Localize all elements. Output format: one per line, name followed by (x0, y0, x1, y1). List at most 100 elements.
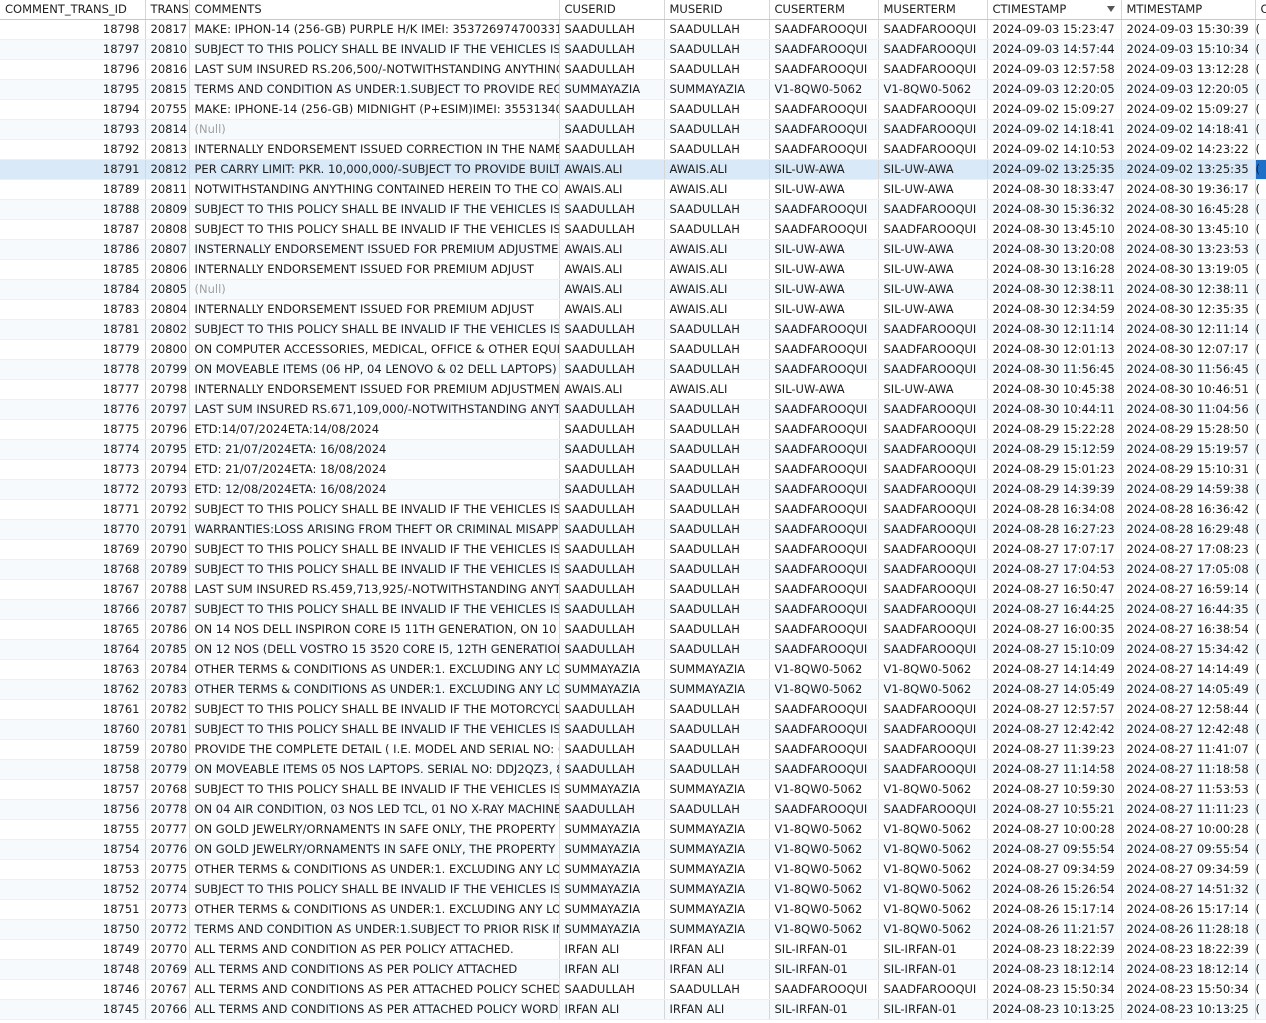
column-header-ctimestamp[interactable]: CTIMESTAMP (987, 0, 1122, 20)
cell-muserterm[interactable]: SAADFAROOQUI (878, 19, 988, 40)
cell-c[interactable]: ( (1255, 439, 1266, 460)
table-row[interactable]: 18784 20805 (Null) AWAIS.ALI AWAIS.ALI SIL-UW… (0, 279, 1266, 300)
cell-cuserid[interactable]: SAADULLAH (559, 19, 665, 40)
cell-c[interactable]: ( (1255, 19, 1266, 40)
cell-muserid[interactable]: SAADULLAH (664, 519, 770, 540)
cell-c[interactable]: ( (1255, 539, 1266, 560)
cell-muserid[interactable]: SAADULLAH (664, 359, 770, 380)
table-row[interactable]: 18753 20775 OTHER TERMS & CONDITIONS AS UN… (0, 859, 1266, 880)
cell-cuserterm[interactable]: SAADFAROOQUI (769, 479, 879, 500)
table-row[interactable]: 18774 20795 ETD: 21/07/2024ETA: 16/08/2024… (0, 439, 1266, 460)
cell-muserid[interactable]: SUMMAYAZIA (664, 819, 770, 840)
cell-comment-trans-id[interactable]: 18756 (0, 799, 146, 820)
cell-mtimestamp[interactable]: 2024-08-26 11:28:18 (1121, 919, 1256, 940)
cell-mtimestamp[interactable]: 2024-09-03 12:20:05 (1121, 79, 1256, 100)
cell-comment-trans-id[interactable]: 18753 (0, 859, 146, 880)
cell-comment-trans-id[interactable]: 18783 (0, 299, 146, 320)
cell-trans[interactable]: 20791 (145, 519, 190, 540)
cell-cuserid[interactable]: SAADULLAH (559, 479, 665, 500)
cell-ctimestamp[interactable]: 2024-08-27 12:57:57 (987, 699, 1122, 720)
cell-ctimestamp[interactable]: 2024-08-30 12:34:59 (987, 299, 1122, 320)
cell-comment-trans-id[interactable]: 18761 (0, 699, 146, 720)
cell-cuserterm[interactable]: SIL-UW-AWA (769, 239, 879, 260)
cell-comments[interactable]: PER CARRY LIMIT: PKR. 10,000,000/-SUBJEC… (189, 159, 560, 180)
cell-cuserterm[interactable]: SAADFAROOQUI (769, 699, 879, 720)
cell-mtimestamp[interactable]: 2024-08-27 12:58:44 (1121, 699, 1256, 720)
cell-comment-trans-id[interactable]: 18755 (0, 819, 146, 840)
cell-mtimestamp[interactable]: 2024-08-27 09:55:54 (1121, 839, 1256, 860)
cell-comments[interactable]: SUBJECT TO THIS POLICY SHALL BE INVALID … (189, 559, 560, 580)
cell-muserterm[interactable]: SAADFAROOQUI (878, 719, 988, 740)
cell-comments[interactable]: (Null) (189, 119, 560, 140)
cell-cuserid[interactable]: SAADULLAH (559, 39, 665, 60)
cell-ctimestamp[interactable]: 2024-08-30 18:33:47 (987, 179, 1122, 200)
cell-trans[interactable]: 20800 (145, 339, 190, 360)
cell-muserid[interactable]: SAADULLAH (664, 459, 770, 480)
cell-comment-trans-id[interactable]: 18797 (0, 39, 146, 60)
cell-trans[interactable]: 20785 (145, 639, 190, 660)
cell-muserid[interactable]: SAADULLAH (664, 699, 770, 720)
cell-muserterm[interactable]: SIL-UW-AWA (878, 239, 988, 260)
cell-comment-trans-id[interactable]: 18793 (0, 119, 146, 140)
cell-comment-trans-id[interactable]: 18768 (0, 559, 146, 580)
cell-mtimestamp[interactable]: 2024-08-27 10:00:28 (1121, 819, 1256, 840)
cell-trans[interactable]: 20782 (145, 699, 190, 720)
cell-ctimestamp[interactable]: 2024-08-26 15:26:54 (987, 879, 1122, 900)
cell-trans[interactable]: 20817 (145, 19, 190, 40)
cell-c[interactable]: ( (1255, 239, 1266, 260)
cell-muserterm[interactable]: SAADFAROOQUI (878, 439, 988, 460)
cell-cuserid[interactable]: IRFAN ALI (559, 999, 665, 1020)
cell-comment-trans-id[interactable]: 18746 (0, 979, 146, 1000)
table-row[interactable]: 18798 20817 MAKE: IPHON-14 (256-GB) PURPLE… (0, 19, 1266, 40)
cell-muserterm[interactable]: SAADFAROOQUI (878, 139, 988, 160)
cell-comment-trans-id[interactable]: 18795 (0, 79, 146, 100)
column-header-trans[interactable]: TRANS (145, 0, 190, 20)
cell-ctimestamp[interactable]: 2024-08-27 09:34:59 (987, 859, 1122, 880)
cell-mtimestamp[interactable]: 2024-08-27 11:53:53 (1121, 779, 1256, 800)
cell-mtimestamp[interactable]: 2024-08-30 12:07:17 (1121, 339, 1256, 360)
cell-comments[interactable]: LAST SUM INSURED RS.459,713,925/-NOTWITH… (189, 579, 560, 600)
cell-cuserid[interactable]: SAADULLAH (559, 539, 665, 560)
cell-muserid[interactable]: SAADULLAH (664, 339, 770, 360)
cell-trans[interactable]: 20755 (145, 99, 190, 120)
cell-muserid[interactable]: SUMMAYAZIA (664, 859, 770, 880)
cell-c[interactable]: ( (1255, 779, 1266, 800)
cell-muserid[interactable]: AWAIS.ALI (664, 239, 770, 260)
cell-trans[interactable]: 20807 (145, 239, 190, 260)
cell-comments[interactable]: (Null) (189, 279, 560, 300)
cell-comments[interactable]: ON GOLD JEWELRY/ORNAMENTS IN SAFE ONLY, … (189, 819, 560, 840)
cell-trans[interactable]: 20810 (145, 39, 190, 60)
cell-comments[interactable]: SUBJECT TO THIS POLICY SHALL BE INVALID … (189, 719, 560, 740)
table-row[interactable]: 18781 20802 SUBJECT TO THIS POLICY SHALL B… (0, 319, 1266, 340)
cell-comments[interactable]: ON MOVEABLE ITEMS 05 NOS LAPTOPS. SERIAL… (189, 759, 560, 780)
cell-trans[interactable]: 20806 (145, 259, 190, 280)
cell-muserterm[interactable]: SAADFAROOQUI (878, 359, 988, 380)
cell-c[interactable]: ( (1255, 179, 1266, 200)
table-row[interactable]: 18759 20780 PROVIDE THE COMPLETE DETAIL ( … (0, 739, 1266, 760)
cell-comments[interactable]: ON 04 AIR CONDITION, 03 NOS LED TCL, 01 … (189, 799, 560, 820)
cell-muserid[interactable]: SUMMAYAZIA (664, 839, 770, 860)
cell-c[interactable]: ( (1255, 259, 1266, 280)
cell-comments[interactable]: ALL TERMS AND CONDITIONS AS PER POLICY A… (189, 959, 560, 980)
cell-cuserterm[interactable]: SIL-UW-AWA (769, 179, 879, 200)
cell-mtimestamp[interactable]: 2024-09-02 13:25:35 (1121, 159, 1256, 180)
cell-comment-trans-id[interactable]: 18745 (0, 999, 146, 1020)
cell-cuserterm[interactable]: SAADFAROOQUI (769, 719, 879, 740)
cell-comment-trans-id[interactable]: 18766 (0, 599, 146, 620)
table-row[interactable]: 18746 20767 ALL TERMS AND CONDITIONS AS PE… (0, 979, 1266, 1000)
cell-muserid[interactable]: SUMMAYAZIA (664, 919, 770, 940)
cell-ctimestamp[interactable]: 2024-08-27 16:50:47 (987, 579, 1122, 600)
cell-c[interactable]: ( (1255, 699, 1266, 720)
cell-mtimestamp[interactable]: 2024-08-27 11:41:07 (1121, 739, 1256, 760)
cell-c[interactable]: ( (1255, 919, 1266, 940)
column-header-muserid[interactable]: MUSERID (664, 0, 770, 20)
cell-c[interactable]: ( (1255, 219, 1266, 240)
cell-c[interactable]: ( (1255, 799, 1266, 820)
cell-ctimestamp[interactable]: 2024-08-30 11:56:45 (987, 359, 1122, 380)
cell-muserterm[interactable]: SAADFAROOQUI (878, 459, 988, 480)
cell-muserid[interactable]: SAADULLAH (664, 619, 770, 640)
cell-ctimestamp[interactable]: 2024-09-02 13:25:35 (987, 159, 1122, 180)
cell-muserterm[interactable]: SAADFAROOQUI (878, 599, 988, 620)
cell-comment-trans-id[interactable]: 18759 (0, 739, 146, 760)
cell-cuserterm[interactable]: SAADFAROOQUI (769, 579, 879, 600)
